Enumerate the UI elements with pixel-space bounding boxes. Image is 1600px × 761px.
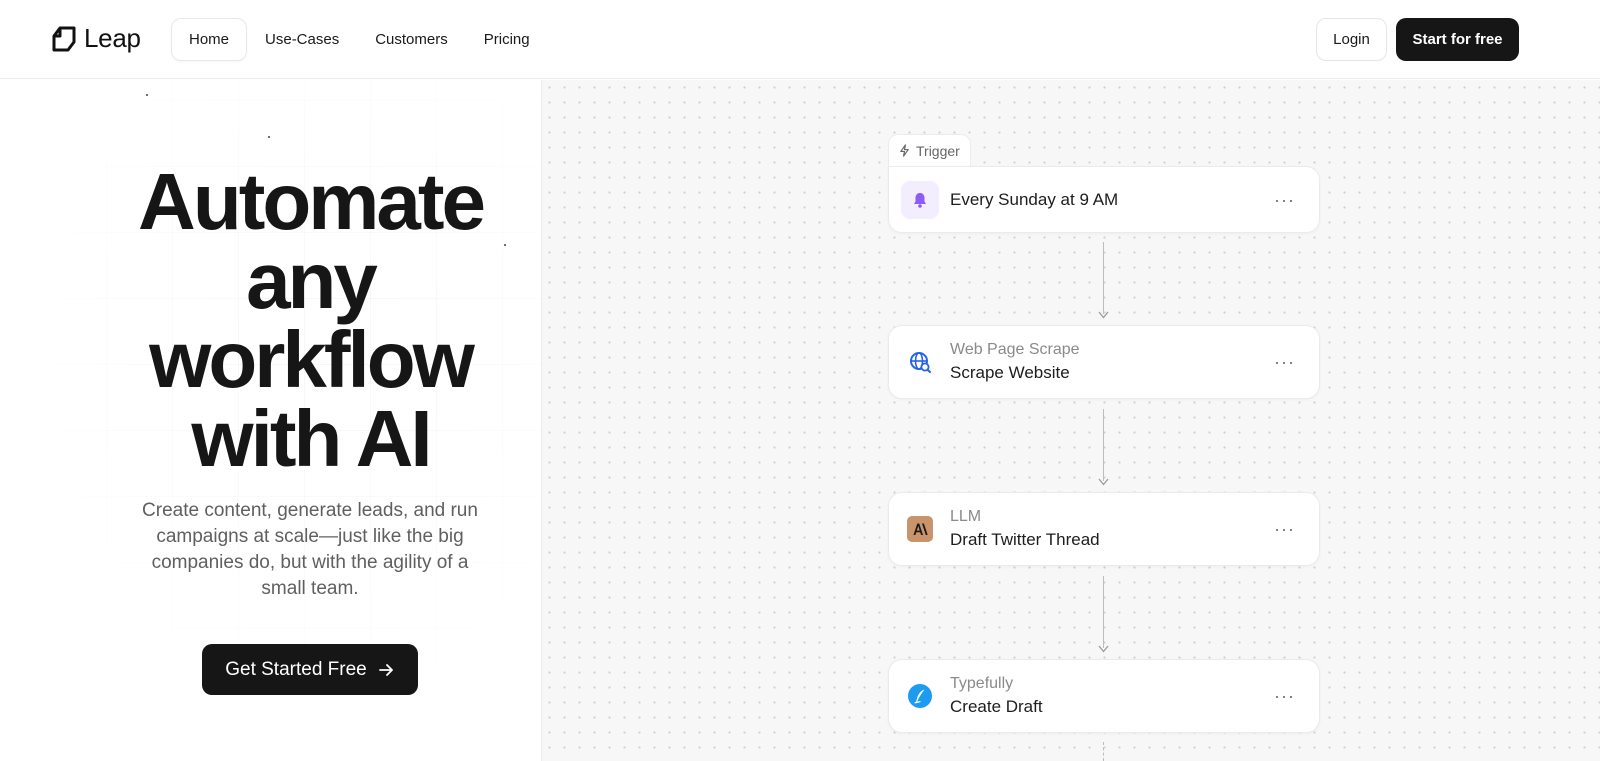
trigger-tab: Trigger: [888, 134, 971, 166]
node-type: LLM: [950, 508, 982, 525]
workflow-node-web-scrape[interactable]: Web Page Scrape Scrape Website ···: [888, 325, 1320, 399]
arrow-down-icon: [1098, 311, 1109, 319]
workflow-node-typefully[interactable]: Typefully Create Draft ···: [888, 659, 1320, 733]
hero-subheading: Create content, generate leads, and run …: [142, 500, 478, 599]
trigger-tab-label: Trigger: [916, 142, 960, 159]
nav-customers[interactable]: Customers: [357, 18, 466, 61]
main-nav: Home Use-Cases Customers Pricing: [171, 18, 548, 61]
connector-line: [1103, 242, 1104, 314]
node-text: Web Page Scrape Scrape Website: [950, 339, 1080, 385]
bell-icon: [901, 180, 939, 219]
decorative-dot: [146, 94, 148, 96]
brand-name: Leap: [84, 23, 141, 53]
nav-home[interactable]: Home: [171, 18, 248, 61]
leap-logo-icon: [52, 26, 76, 51]
workflow-node-llm[interactable]: LLM Draft Twitter Thread ···: [888, 492, 1320, 566]
lightning-icon: [900, 144, 909, 157]
node-title: Create Draft: [950, 697, 1043, 716]
node-title: Draft Twitter Thread: [950, 530, 1100, 549]
node-text: LLM Draft Twitter Thread: [950, 506, 1100, 552]
cta-label: Get Started Free: [225, 658, 367, 680]
more-options-icon[interactable]: ···: [1274, 353, 1295, 371]
headline-line: Automate: [138, 157, 486, 246]
workflow-node-schedule[interactable]: Every Sunday at 9 AM ···: [888, 166, 1320, 233]
anthropic-icon: [901, 510, 939, 548]
connector-line: [1103, 409, 1104, 481]
hero-headline: Automate any workflow with AI: [0, 157, 541, 483]
connector-line: [1103, 742, 1104, 761]
nav-pricing[interactable]: Pricing: [466, 18, 548, 61]
node-title: Scrape Website: [950, 363, 1070, 382]
more-options-icon[interactable]: ···: [1274, 687, 1295, 705]
more-options-icon[interactable]: ···: [1274, 191, 1295, 209]
node-title: Every Sunday at 9 AM: [950, 189, 1119, 209]
node-text: Every Sunday at 9 AM: [950, 188, 1118, 212]
connector-line: [1103, 576, 1104, 648]
get-started-button[interactable]: Get Started Free: [202, 644, 418, 695]
brand-logo[interactable]: Leap: [52, 23, 141, 54]
node-type: Typefully: [950, 675, 1014, 692]
arrow-down-icon: [1098, 478, 1109, 486]
decorative-dot: [268, 136, 270, 138]
hero-section: Automate any workflow with AI Create con…: [0, 80, 541, 761]
headline-line: with AI: [191, 394, 432, 483]
headline-line: workflow: [149, 315, 475, 404]
nav-use-cases[interactable]: Use-Cases: [247, 18, 357, 61]
headline-line: any: [246, 236, 378, 325]
login-button[interactable]: Login: [1316, 18, 1387, 61]
arrow-right-icon: [378, 663, 393, 676]
node-type: Web Page Scrape: [950, 341, 1080, 358]
node-text: Typefully Create Draft: [950, 673, 1043, 719]
arrow-down-icon: [1098, 645, 1109, 653]
typefully-icon: [901, 677, 939, 715]
more-options-icon[interactable]: ···: [1274, 520, 1295, 538]
globe-search-icon: [901, 343, 939, 381]
site-header: Leap Home Use-Cases Customers Pricing Lo…: [0, 0, 1600, 79]
start-for-free-button[interactable]: Start for free: [1396, 18, 1519, 61]
